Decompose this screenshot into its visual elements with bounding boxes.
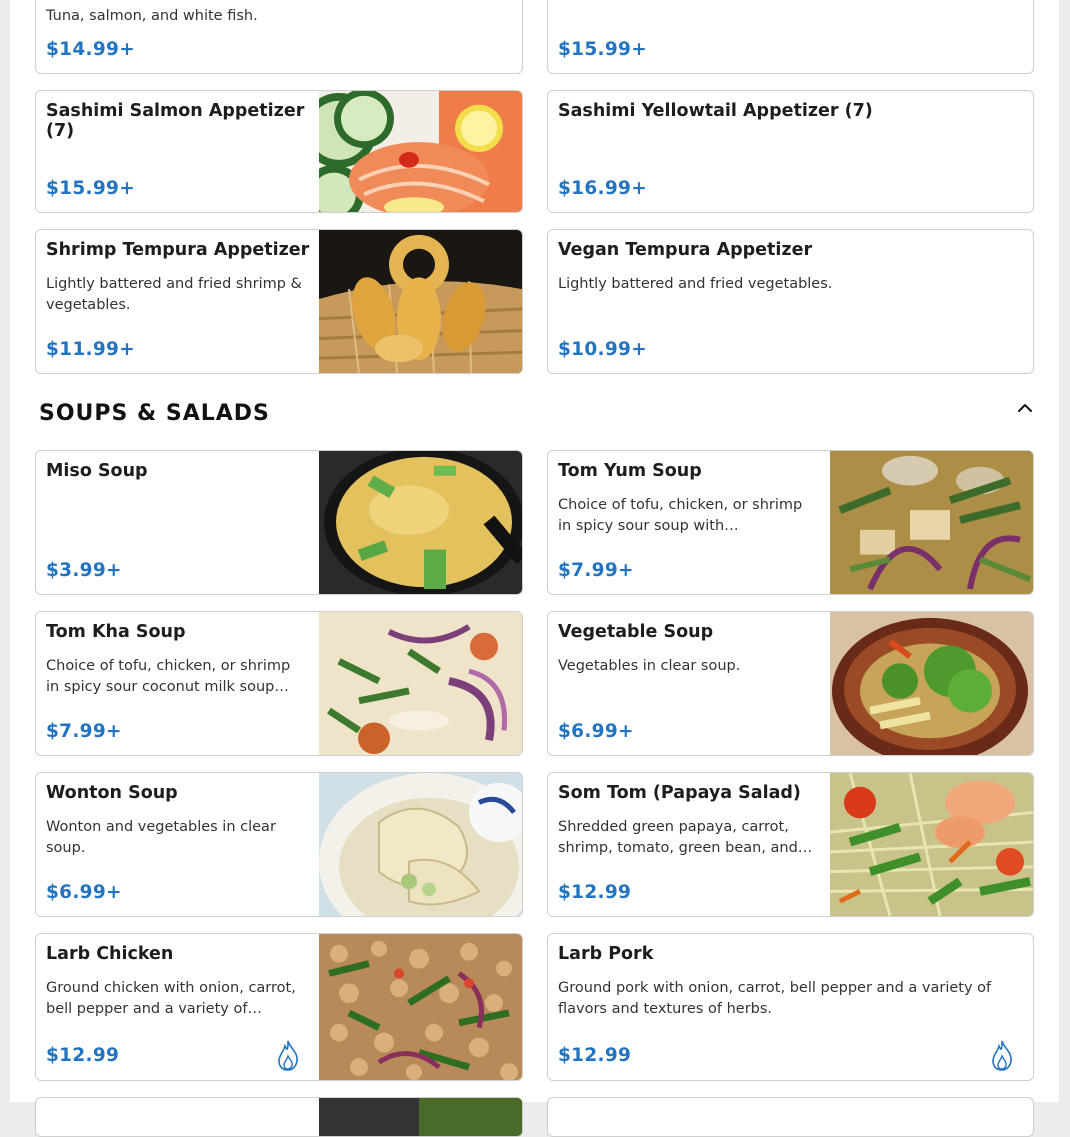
item-price: $14.99+	[46, 39, 135, 60]
item-price: $16.99+	[558, 178, 647, 199]
item-photo	[830, 773, 1033, 916]
item-photo	[830, 451, 1033, 594]
section-title-soups-salads: SOUPS & SALADS	[39, 401, 270, 426]
item-price: $11.99+	[46, 339, 135, 360]
item-name: Tom Kha Soup	[46, 622, 186, 642]
menu-item-card[interactable]	[547, 1097, 1034, 1137]
item-photo	[319, 451, 522, 594]
item-name: Som Tom (Papaya Salad)	[558, 783, 801, 803]
menu-item-card-larb-pork[interactable]: Larb Pork Ground pork with onion, carrot…	[547, 933, 1034, 1081]
item-description: Tuna, salmon, and white fish.	[46, 8, 258, 24]
item-name: Tom Yum Soup	[558, 461, 702, 481]
menu-item-card-som-tom[interactable]: Som Tom (Papaya Salad) Shredded green pa…	[547, 772, 1034, 917]
item-photo	[319, 91, 522, 212]
item-description: Shredded green papaya, carrot, shrimp, t…	[558, 819, 813, 856]
item-price: $3.99+	[46, 560, 122, 581]
menu-item-card[interactable]: Tuna, salmon, and white fish. $14.99+	[35, 0, 523, 74]
item-price: $15.99+	[558, 39, 647, 60]
item-price: $15.99+	[46, 178, 135, 199]
menu-item-card-miso-soup[interactable]: Miso Soup $3.99+	[35, 450, 523, 595]
menu-item-card-sashimi-yellowtail[interactable]: Sashimi Yellowtail Appetizer (7) $16.99+	[547, 90, 1034, 213]
item-description: Ground chicken with onion, carrot, bell …	[46, 980, 296, 1017]
item-description: Wonton and vegetables in clear soup.	[46, 819, 276, 856]
item-description: Lightly battered and fried vegetables.	[558, 276, 833, 292]
item-name: Larb Pork	[558, 944, 654, 964]
item-price: $7.99+	[46, 721, 122, 742]
item-name: Vegan Tempura Appetizer	[558, 240, 813, 260]
item-description: Choice of tofu, chicken, or shrimp in sp…	[46, 658, 291, 695]
item-photo	[319, 230, 522, 373]
item-name: Sashimi Salmon Appetizer (7)	[46, 101, 305, 141]
item-description: Vegetables in clear soup.	[558, 658, 741, 674]
item-name: Sashimi Yellowtail Appetizer (7)	[558, 101, 873, 121]
item-price: $12.99	[558, 882, 632, 903]
menu-item-card-tom-yum[interactable]: Tom Yum Soup Choice of tofu, chicken, or…	[547, 450, 1034, 595]
menu-item-card[interactable]	[35, 1097, 523, 1137]
menu-item-card-vegetable-soup[interactable]: Vegetable Soup Vegetables in clear soup.…	[547, 611, 1034, 756]
menu-item-card[interactable]: $15.99+	[547, 0, 1034, 74]
item-photo	[319, 1098, 522, 1136]
item-photo	[319, 612, 522, 755]
menu-item-card-sashimi-salmon[interactable]: Sashimi Salmon Appetizer (7) $15.99+	[35, 90, 523, 213]
flame-icon	[275, 1039, 301, 1071]
chevron-up-icon[interactable]	[1015, 398, 1035, 418]
menu-item-card-larb-chicken[interactable]: Larb Chicken Ground chicken with onion, …	[35, 933, 523, 1081]
item-name: Wonton Soup	[46, 783, 178, 803]
item-photo	[319, 934, 522, 1080]
item-photo	[319, 773, 522, 916]
item-photo	[830, 612, 1033, 755]
item-price: $7.99+	[558, 560, 634, 581]
flame-icon	[989, 1039, 1015, 1071]
item-description: Ground pork with onion, carrot, bell pep…	[558, 980, 992, 1017]
item-price: $6.99+	[46, 882, 122, 903]
item-price: $12.99	[46, 1045, 120, 1066]
item-name: Miso Soup	[46, 461, 148, 481]
item-name: Larb Chicken	[46, 944, 174, 964]
item-description: Choice of tofu, chicken, or shrimp in sp…	[558, 497, 803, 534]
item-price: $6.99+	[558, 721, 634, 742]
item-name: Vegetable Soup	[558, 622, 714, 642]
item-description: Lightly battered and fried shrimp & vege…	[46, 276, 302, 313]
item-price: $12.99	[558, 1045, 632, 1066]
menu-item-card-tom-kha[interactable]: Tom Kha Soup Choice of tofu, chicken, or…	[35, 611, 523, 756]
menu-item-card-shrimp-tempura[interactable]: Shrimp Tempura Appetizer Lightly battere…	[35, 229, 523, 374]
menu-item-card-vegan-tempura[interactable]: Vegan Tempura Appetizer Lightly battered…	[547, 229, 1034, 374]
menu-item-card-wonton-soup[interactable]: Wonton Soup Wonton and vegetables in cle…	[35, 772, 523, 917]
item-name: Shrimp Tempura Appetizer	[46, 240, 310, 260]
item-price: $10.99+	[558, 339, 647, 360]
